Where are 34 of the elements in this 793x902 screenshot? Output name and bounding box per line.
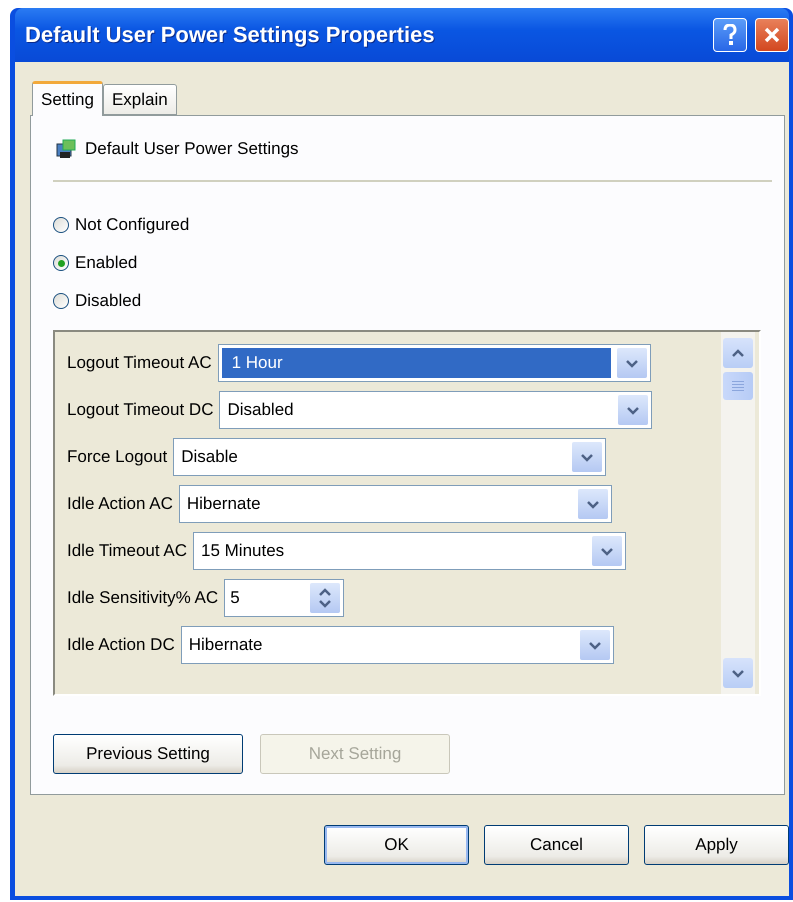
tab[interactable]: Explain [102, 84, 177, 115]
dropdown[interactable]: 15 Minutes [193, 532, 626, 570]
setting-label: Logout Timeout AC [67, 353, 212, 373]
nav-button[interactable]: Previous Setting [53, 734, 243, 774]
radio-label: Disabled [75, 291, 142, 311]
radio-button[interactable] [53, 293, 69, 309]
radio-label: Not Configured [75, 215, 190, 235]
setting-label: Idle Action DC [67, 635, 175, 655]
dropdown[interactable]: Disabled [219, 391, 652, 429]
question-mark-icon [722, 24, 738, 46]
setting-label: Idle Action AC [67, 494, 173, 514]
setting-label: Logout Timeout DC [67, 400, 214, 420]
dialog-button[interactable]: Cancel [484, 825, 629, 865]
window-title: Default User Power Settings Properties [25, 22, 436, 48]
scrollbar[interactable] [721, 332, 755, 694]
dialog-button[interactable]: OK [324, 825, 469, 865]
dropdown[interactable]: Hibernate [178, 485, 612, 523]
close-button[interactable] [755, 18, 789, 52]
tab[interactable]: Setting [32, 81, 103, 116]
close-icon [763, 26, 781, 44]
radio-label: Enabled [75, 253, 138, 273]
dropdown[interactable]: Hibernate [180, 626, 614, 664]
policy-icon [55, 138, 77, 160]
policy-name: Default User Power Settings [85, 139, 299, 159]
setting-label: Idle Timeout AC [67, 541, 188, 561]
radio-button[interactable] [53, 255, 69, 271]
setting-label: Idle Sensitivity% AC [67, 588, 218, 608]
radio-button[interactable] [53, 217, 69, 233]
help-button[interactable] [713, 18, 747, 52]
spinner-field[interactable]: 5 [224, 579, 344, 617]
dialog-button[interactable]: Apply [644, 825, 789, 865]
setting-label: Force Logout [67, 447, 168, 467]
dropdown[interactable]: 1 Hour [218, 344, 651, 382]
dropdown[interactable]: Disable [173, 438, 606, 476]
